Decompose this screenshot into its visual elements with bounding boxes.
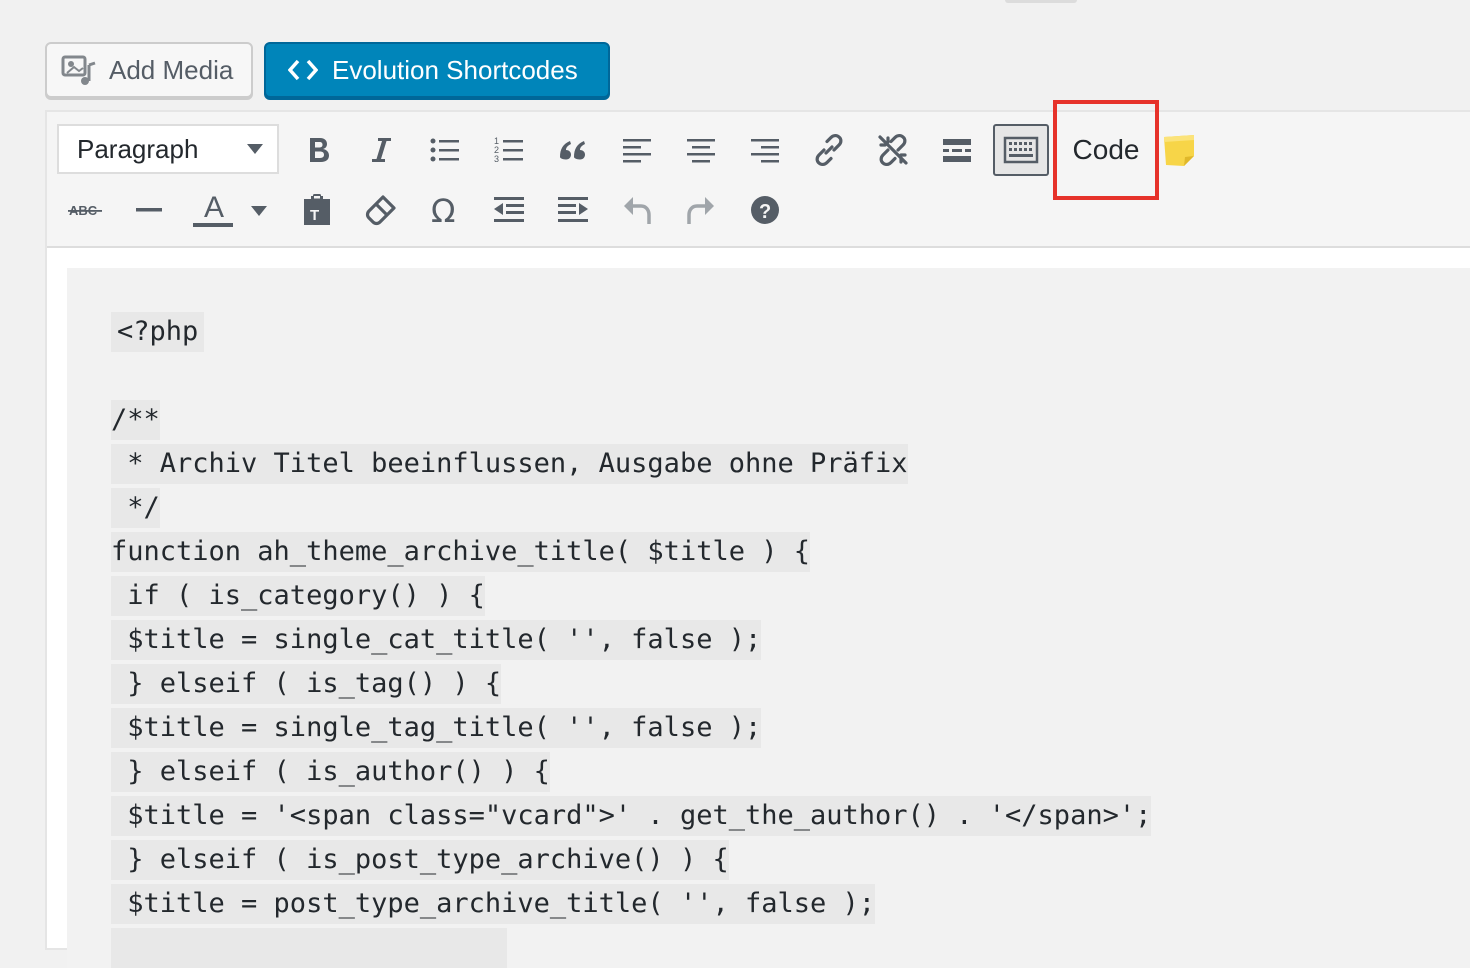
svg-text:T: T (310, 207, 319, 224)
code-line: } elseif ( is_tag() ) { (111, 664, 502, 704)
remove-link-button[interactable] (869, 126, 917, 174)
code-line: */ (111, 488, 160, 528)
blockquote-button[interactable] (549, 126, 597, 174)
code-line: } elseif ( is_author() ) { (111, 752, 550, 792)
numbered-list-icon: 1 2 3 (494, 136, 523, 164)
read-more-button[interactable] (933, 126, 981, 174)
undo-button[interactable] (613, 186, 661, 234)
toolbar-toggle-icon (1003, 136, 1039, 164)
code-button-label: Code (1072, 134, 1140, 165)
bulleted-list-icon (430, 138, 459, 162)
add-media-label: Add Media (109, 54, 234, 85)
evolution-shortcodes-label: Evolution Shortcodes (332, 54, 578, 85)
align-left-button[interactable] (613, 126, 661, 174)
code-line: $title = post_type_archive_title( '', fa… (111, 884, 876, 924)
special-character-icon: Ω (431, 194, 455, 226)
code-line: $title = single_cat_title( '', false ); (111, 620, 762, 660)
outdent-button[interactable] (485, 186, 533, 234)
editor-toolbar: Paragraph 1 2 3 Code ABC A T Ω ? (47, 100, 1470, 248)
format-select[interactable]: Paragraph (57, 124, 279, 174)
special-character-button[interactable]: Ω (421, 186, 469, 234)
outdent-icon (494, 197, 524, 222)
clear-formatting-icon (365, 195, 396, 226)
redo-icon (687, 197, 714, 224)
align-right-icon (751, 139, 779, 163)
italic-button[interactable] (357, 126, 405, 174)
italic-icon (372, 138, 391, 162)
code-line: /** (111, 400, 160, 440)
read-more-icon (943, 139, 971, 162)
help-icon: ? (751, 196, 779, 224)
clear-formatting-button[interactable] (357, 186, 405, 234)
strikethrough-icon: ABC (68, 203, 102, 218)
indent-button[interactable] (549, 186, 597, 234)
editor: Paragraph 1 2 3 Code ABC A T Ω ? <?php /… (45, 100, 1470, 968)
code-line: } elseif ( is_post_type_archive() ) { (111, 840, 729, 880)
code-line: $title = '<span class="vcard">' . get_th… (111, 796, 1152, 836)
code-line-partial (111, 928, 507, 968)
unlink-icon (878, 133, 908, 167)
text-color-button[interactable]: A (187, 186, 267, 234)
help-button[interactable]: ? (741, 186, 789, 234)
align-center-icon (687, 139, 715, 163)
align-right-button[interactable] (741, 126, 789, 174)
insert-link-button[interactable] (805, 126, 853, 174)
blockquote-icon (560, 141, 585, 160)
code-line: * Archiv Titel beeinflussen, Ausgabe ohn… (111, 444, 908, 484)
sticky-note-icon (1164, 135, 1194, 166)
code-line: <?php (111, 312, 205, 352)
top-tab-edge (1005, 0, 1077, 3)
toolbar-toggle-button[interactable] (993, 124, 1049, 176)
code-button[interactable]: Code (1053, 100, 1159, 200)
svg-text:A: A (204, 191, 224, 224)
sticky-note-button[interactable] (1155, 126, 1203, 174)
svg-text:?: ? (759, 201, 771, 223)
code-line: $title = single_tag_title( '', false ); (111, 708, 762, 748)
indent-icon (558, 197, 588, 222)
evolution-shortcodes-button[interactable]: Evolution Shortcodes (264, 42, 610, 98)
svg-text:3: 3 (494, 154, 499, 164)
code-line: if ( is_category() ) { (111, 576, 485, 616)
text-color-icon: A (193, 191, 267, 227)
bold-button[interactable] (295, 126, 343, 174)
bulleted-list-button[interactable] (421, 126, 469, 174)
bold-icon (310, 138, 329, 162)
add-media-icon (61, 55, 96, 85)
link-icon (815, 133, 843, 167)
numbered-list-button[interactable]: 1 2 3 (485, 126, 533, 174)
code-line: function ah_theme_archive_title( $title … (111, 532, 810, 572)
redo-button[interactable] (677, 186, 725, 234)
dropdown-arrow-icon (247, 144, 263, 154)
paste-as-text-button[interactable]: T (293, 186, 341, 234)
undo-icon (624, 197, 651, 224)
add-media-button[interactable]: Add Media (45, 42, 253, 98)
align-left-icon (623, 139, 651, 163)
code-brackets-icon (288, 59, 318, 81)
strikethrough-button[interactable]: ABC (61, 186, 109, 234)
editor-content[interactable]: <?php /** * Archiv Titel beeinflussen, A… (67, 268, 1470, 968)
horizontal-line-button[interactable] (125, 186, 173, 234)
paste-as-text-icon: T (304, 194, 330, 225)
horizontal-line-icon (136, 208, 162, 212)
svg-text:Ω: Ω (431, 194, 455, 226)
format-select-value: Paragraph (77, 133, 199, 164)
align-center-button[interactable] (677, 126, 725, 174)
